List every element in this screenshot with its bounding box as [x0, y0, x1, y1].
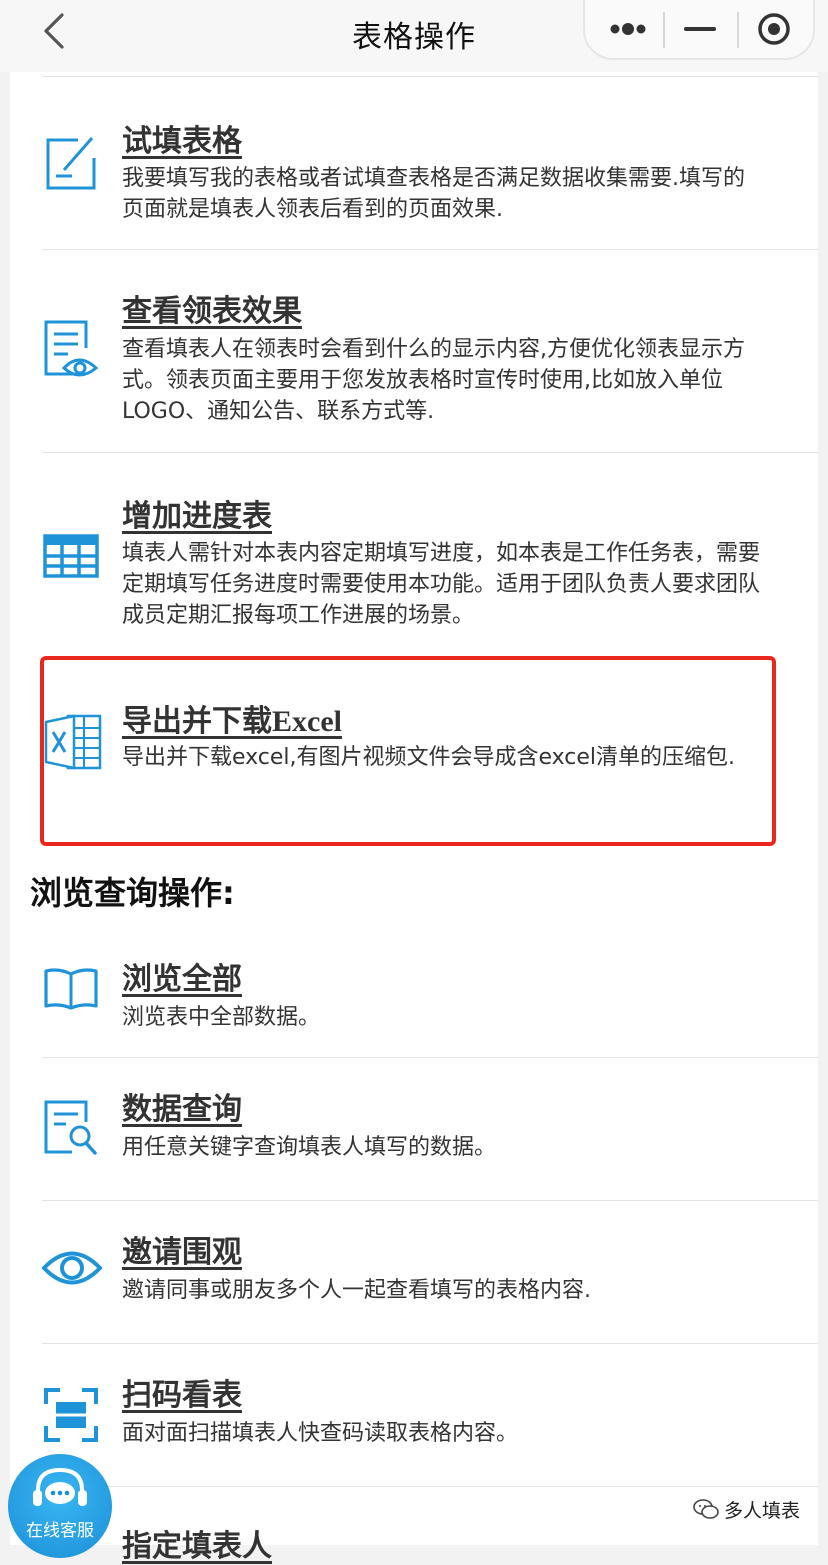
item-title: 扫码看表 [122, 1378, 242, 1413]
item-title: 查看领表效果 [122, 294, 302, 329]
wechat-watermark: 多人填表 [692, 1494, 812, 1526]
item-title: 指定填表人 [122, 1529, 272, 1564]
item-description: 导出并下载excel,有图片视频文件会导成含excel清单的压缩包. [122, 745, 736, 770]
menu-item-browse-all[interactable]: 浏览全部 浏览表中全部数据。 [10, 930, 818, 1056]
item-description: 我要填写我的表格或者试填查表格是否满足数据收集需要.填写的页面就是填表人领表后看… [122, 166, 745, 222]
open-book-icon [42, 966, 100, 1014]
menu-item-invite-view[interactable]: 邀请围观 邀请同事或朋友多个人一起查看填写的表格内容. [10, 1201, 818, 1343]
item-title: 邀请围观 [122, 1235, 242, 1270]
minimize-button[interactable] [669, 8, 731, 50]
menu-item-add-progress[interactable]: 增加进度表 填表人需针对本表内容定期填写进度，如本表是工作任务表，需要定期填写任… [10, 453, 818, 655]
item-description: 用任意关键字查询填表人填写的数据。 [122, 1135, 497, 1160]
menu-item-scan-code[interactable]: 扫码看表 面对面扫描填表人快查码读取表格内容。 [10, 1344, 818, 1486]
minus-icon [684, 27, 716, 31]
item-title: 增加进度表 [122, 499, 272, 534]
menu-item-view-effect[interactable]: 查看领表效果 查看填表人在领表时会看到什么的显示内容,方便优化领表显示方式。领表… [10, 250, 818, 452]
more-button[interactable] [597, 8, 659, 50]
section-title-browse: 浏览查询操作: [30, 874, 235, 912]
capsule-divider [663, 12, 665, 48]
customer-service-label: 在线客服 [26, 1521, 94, 1541]
menu-item-trial-fill[interactable]: 试填表格 我要填写我的表格或者试填查表格是否满足数据收集需要.填写的页面就是填表… [10, 72, 818, 250]
excel-icon [44, 712, 104, 776]
more-dots-icon [610, 23, 646, 35]
menu-item-export-excel[interactable]: 导出并下载Excel 导出并下载excel,有图片视频文件会导成含excel清单… [10, 656, 818, 846]
document-view-icon [42, 318, 100, 386]
content-panel: 试填表格 我要填写我的表格或者试填查表格是否满足数据收集需要.填写的页面就是填表… [10, 72, 818, 1564]
item-title: 数据查询 [122, 1092, 242, 1127]
eye-icon [41, 1247, 103, 1293]
item-title: 浏览全部 [122, 962, 242, 997]
item-description: 查看填表人在领表时会看到什么的显示内容,方便优化领表显示方式。领表页面主要用于您… [122, 337, 745, 424]
document-search-icon [42, 1098, 100, 1162]
wechat-icon [693, 1499, 719, 1519]
item-description: 面对面扫描填表人快查码读取表格内容。 [122, 1421, 519, 1446]
target-close-icon [758, 13, 790, 45]
navigation-bar: 表格操作 [0, 0, 828, 72]
item-title: 导出并下载Excel [122, 705, 342, 738]
watermark-text: 多人填表 [724, 1500, 801, 1522]
scan-icon [42, 1386, 100, 1448]
table-grid-icon [42, 533, 100, 585]
capsule-divider [737, 12, 739, 48]
close-button[interactable] [743, 8, 805, 50]
mini-program-capsule [583, 0, 815, 60]
edit-form-icon [42, 132, 100, 198]
item-title: 试填表格 [122, 124, 242, 159]
online-customer-service-button[interactable]: 在线客服 [8, 1454, 112, 1558]
menu-item-data-query[interactable]: 数据查询 用任意关键字查询填表人填写的数据。 [10, 1058, 818, 1200]
headset-chat-icon [33, 1467, 87, 1506]
item-description: 填表人需针对本表内容定期填写进度，如本表是工作任务表，需要定期填写任务进度时需要… [122, 541, 761, 628]
item-description: 浏览表中全部数据。 [122, 1005, 321, 1030]
item-description: 邀请同事或朋友多个人一起查看填写的表格内容. [122, 1278, 591, 1303]
